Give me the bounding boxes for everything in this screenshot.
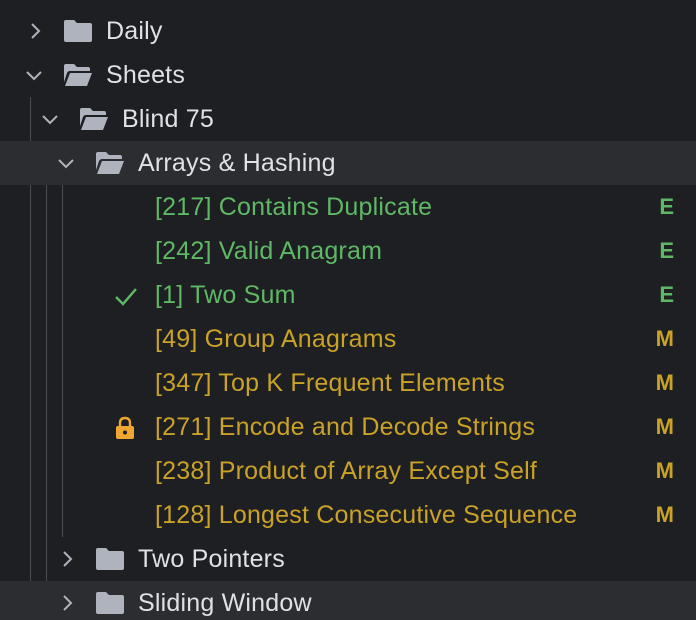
problem-item[interactable]: [242] Valid Anagram E (0, 229, 696, 273)
chevron-down-icon[interactable] (24, 65, 44, 85)
problem-item[interactable]: [238] Product of Array Except Self M (0, 449, 696, 493)
tree-item-blind75[interactable]: Blind 75 (0, 97, 696, 141)
chevron-right-icon[interactable] (57, 593, 77, 613)
tree-item-label: Arrays & Hashing (138, 149, 336, 177)
difficulty-badge: M (655, 326, 674, 351)
problem-item[interactable]: [347] Top K Frequent Elements M (0, 361, 696, 405)
tree-item-label: Daily (106, 17, 163, 45)
difficulty-badge: E (659, 238, 674, 263)
folder-closed-icon (64, 20, 92, 42)
folder-closed-icon (96, 548, 124, 570)
problem-title: [347] Top K Frequent Elements (155, 369, 505, 397)
difficulty-badge: M (655, 502, 674, 527)
tree-item-label: Blind 75 (122, 105, 214, 133)
problem-title: [242] Valid Anagram (155, 237, 383, 265)
problem-title: [128] Longest Consecutive Sequence (155, 501, 578, 529)
tree-item-sliding-window[interactable]: Sliding Window (0, 581, 696, 620)
difficulty-badge: M (655, 414, 674, 439)
problem-title: [217] Contains Duplicate (155, 193, 433, 221)
problem-title: [271] Encode and Decode Strings (155, 413, 536, 441)
chevron-right-icon[interactable] (57, 549, 77, 569)
problem-title: [49] Group Anagrams (155, 325, 397, 353)
file-tree: Daily Sheets Blind 75 Arrays & Hashing [… (0, 0, 696, 620)
lock-icon (116, 416, 134, 439)
chevron-down-icon[interactable] (56, 153, 76, 173)
difficulty-badge: E (659, 282, 674, 307)
folder-closed-icon (96, 592, 124, 614)
difficulty-badge: E (659, 194, 674, 219)
check-icon (115, 288, 137, 306)
problem-item[interactable]: [128] Longest Consecutive Sequence M (0, 493, 696, 537)
chevron-down-icon[interactable] (40, 109, 60, 129)
tree-item-daily[interactable]: Daily (0, 9, 696, 53)
folder-open-icon (96, 152, 124, 174)
chevron-right-icon[interactable] (25, 21, 45, 41)
problem-item[interactable]: [49] Group Anagrams M (0, 317, 696, 361)
tree-item-two-pointers[interactable]: Two Pointers (0, 537, 696, 581)
difficulty-badge: M (655, 370, 674, 395)
problem-item[interactable]: [1] Two Sum E (0, 273, 696, 317)
tree-item-sheets[interactable]: Sheets (0, 53, 696, 97)
problem-title: [1] Two Sum (155, 281, 296, 309)
tree-item-label: Sliding Window (138, 589, 312, 617)
problem-item[interactable]: [217] Contains Duplicate E (0, 185, 696, 229)
tree-item-label: Sheets (106, 61, 186, 89)
tree-item-arrays-hashing[interactable]: Arrays & Hashing (0, 141, 696, 185)
tree-item-label: Two Pointers (138, 545, 285, 573)
difficulty-badge: M (655, 458, 674, 483)
folder-open-icon (80, 108, 108, 130)
problem-item[interactable]: [271] Encode and Decode Strings M (0, 405, 696, 449)
folder-open-icon (64, 64, 92, 86)
problem-title: [238] Product of Array Except Self (155, 457, 537, 485)
